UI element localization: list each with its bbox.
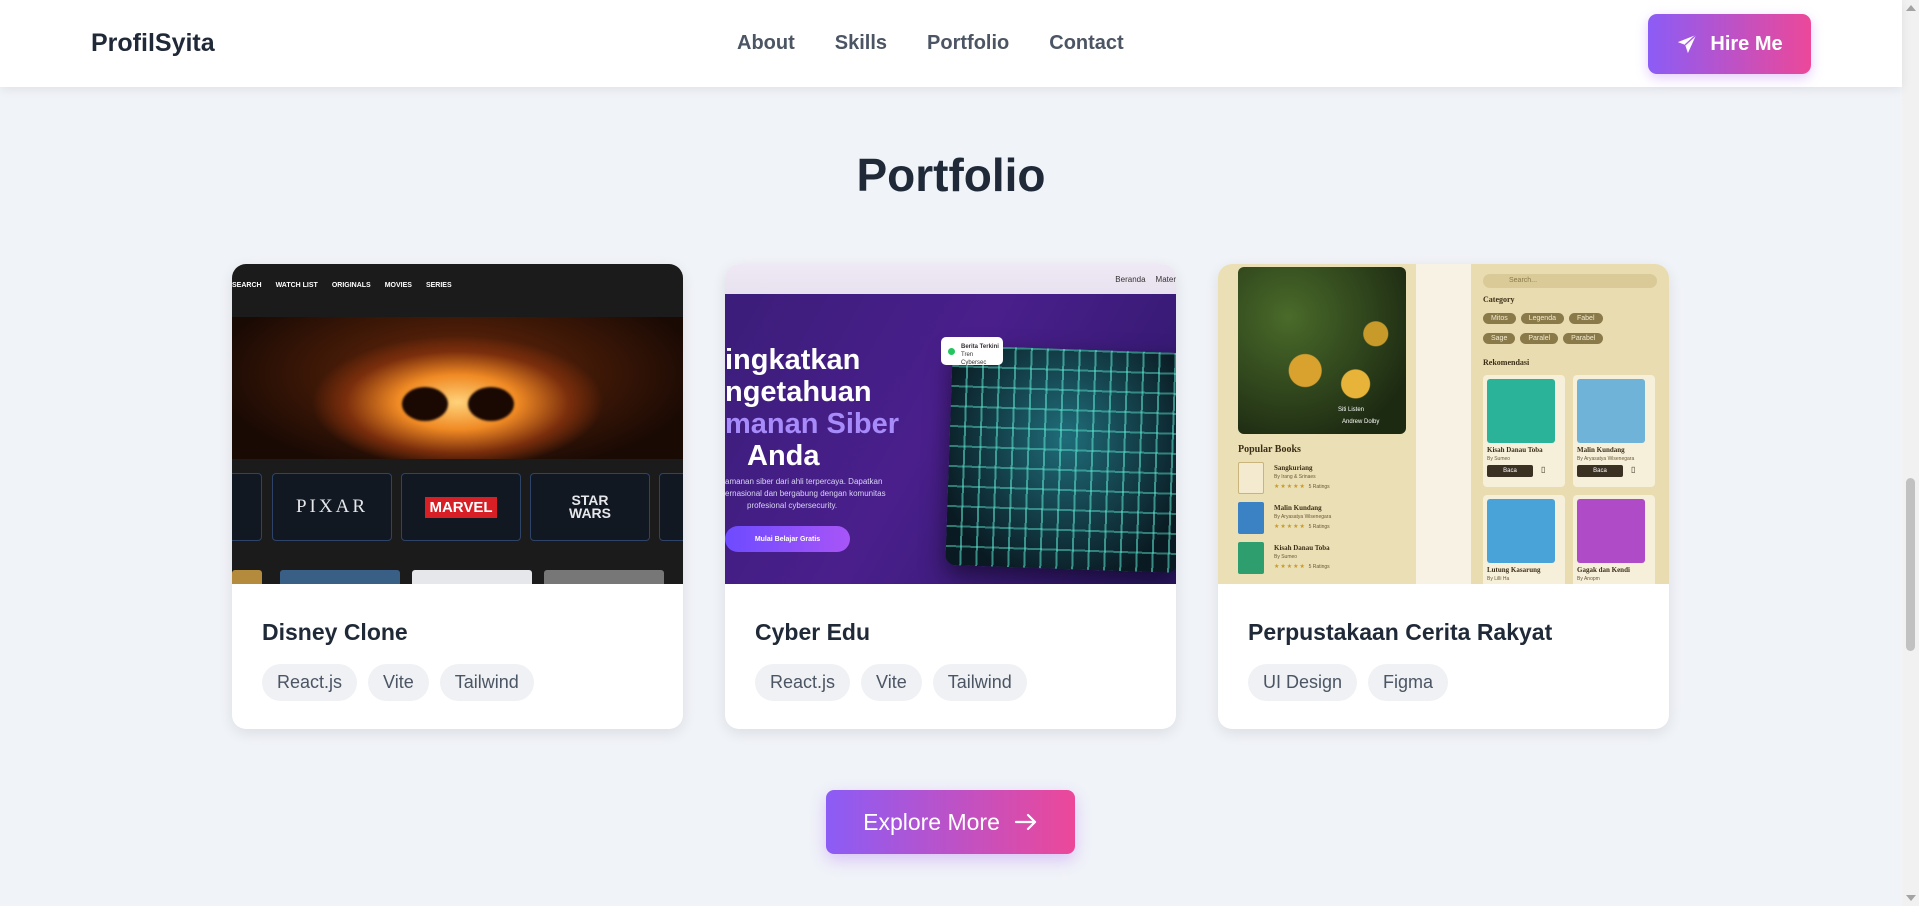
popular-book-item: Malin Kundang By Aryasatya Wisenegara ★★…	[1238, 502, 1408, 538]
hire-me-button[interactable]: Hire Me	[1648, 14, 1811, 74]
disney-menu-item: ORIGINALS	[331, 282, 371, 289]
cyber-nav-item: Mater	[1155, 275, 1176, 284]
library-search: Search...	[1483, 274, 1657, 288]
tag-list: UI Design Figma	[1248, 664, 1449, 701]
explore-more-button[interactable]: Explore More	[826, 790, 1075, 854]
disney-menu-item: WATCH LIST	[275, 282, 318, 289]
author-label: Andrew Dolby	[1342, 419, 1380, 425]
cyber-cta: Mulai Belajar Gratis	[725, 526, 850, 552]
tech-tag: Figma	[1368, 664, 1449, 701]
disney-brand-row: PIXAR MARVEL STAR WARS	[232, 459, 683, 584]
hire-me-label: Hire Me	[1710, 32, 1783, 55]
fruit-painting-image	[1238, 267, 1406, 434]
cyber-description: amanan siber dari ahli terpercaya. Dapat…	[725, 477, 886, 510]
cyber-news-badge: Berita Terkini Tren Cybersec	[941, 337, 1003, 366]
tag-list: React.js Vite Tailwind	[755, 664, 1027, 701]
disney-hero-image	[232, 317, 683, 459]
tech-tag: Vite	[861, 664, 922, 701]
tech-tag: Tailwind	[439, 664, 534, 701]
nav-link-portfolio[interactable]: Portfolio	[927, 32, 1009, 55]
paper-plane-icon	[1678, 34, 1698, 54]
recommend-heading: Rekomendasi	[1483, 358, 1530, 367]
category-heading: Category	[1483, 295, 1515, 304]
navbar: ProfilSyita About Skills Portfolio Conta…	[0, 0, 1902, 87]
popular-books-heading: Popular Books	[1238, 444, 1301, 455]
tech-tag: Tailwind	[932, 664, 1027, 701]
nav-link-skills[interactable]: Skills	[835, 32, 887, 55]
project-title: Cyber Edu	[755, 619, 871, 645]
project-card-perpustakaan[interactable]: Siti Listen Andrew Dolby Popular Books S…	[1218, 264, 1669, 729]
project-thumbnail: Beranda Mater ingkatkan ngetahuan manan …	[725, 264, 1176, 584]
category-chips: Sage Paralel Parabel	[1483, 333, 1663, 344]
category-chips: Mitos Legenda Fabel	[1483, 313, 1663, 324]
scroll-down-arrow-icon[interactable]	[1906, 895, 1916, 901]
disney-menu-item: SERIES	[425, 282, 452, 289]
circuit-board-image	[945, 345, 1176, 573]
disney-menu-item: MOVIES	[384, 282, 412, 289]
brand-tile-star-wars: STAR WARS	[530, 473, 650, 541]
disney-menu: SEARCH WATCH LIST ORIGINALS MOVIES SERIE…	[232, 282, 452, 289]
section-title: Portfolio	[856, 149, 1046, 201]
brand-tile-pixar: PIXAR	[272, 473, 392, 541]
popular-book-item: Kisah Danau Toba By Sumeo ★★★★★ 5 Rating…	[1238, 542, 1408, 578]
arrow-right-icon	[1014, 813, 1036, 831]
recommend-book: Gagak dan Kendi By Anopm	[1573, 495, 1655, 584]
tech-tag: React.js	[262, 664, 358, 701]
cyber-headline: ingkatkan ngetahuan manan Siber Anda	[725, 344, 900, 472]
project-thumbnail: Siti Listen Andrew Dolby Popular Books S…	[1218, 264, 1669, 584]
project-thumbnail: SEARCH WATCH LIST ORIGINALS MOVIES SERIE…	[232, 264, 683, 584]
nav-link-about[interactable]: About	[737, 32, 795, 55]
recommend-book: Lutung Kasarung By Lilli Ha	[1483, 495, 1565, 584]
listen-label: Siti Listen	[1338, 407, 1365, 413]
project-card-cyber-edu[interactable]: Beranda Mater ingkatkan ngetahuan manan …	[725, 264, 1176, 729]
tech-tag: Vite	[368, 664, 429, 701]
scrollbar-thumb[interactable]	[1906, 478, 1915, 651]
recommend-book: Malin Kundang By Aryasatya Wisenegara Ba…	[1573, 375, 1655, 487]
recommend-book: Kisah Danau Toba By Sumeo Baca ▯	[1483, 375, 1565, 487]
project-card-disney-clone[interactable]: SEARCH WATCH LIST ORIGINALS MOVIES SERIE…	[232, 264, 683, 729]
brand-tile-marvel: MARVEL	[401, 473, 521, 541]
nav-link-contact[interactable]: Contact	[1049, 32, 1123, 55]
tech-tag: UI Design	[1248, 664, 1358, 701]
site-logo[interactable]: ProfilSyita	[91, 29, 215, 58]
cyber-nav-item: Beranda	[1115, 275, 1146, 284]
scroll-up-arrow-icon[interactable]	[1906, 5, 1916, 11]
project-title: Perpustakaan Cerita Rakyat	[1248, 619, 1553, 645]
tag-list: React.js Vite Tailwind	[262, 664, 534, 701]
page-scrollbar[interactable]	[1902, 0, 1919, 906]
nav-links: About Skills Portfolio Contact	[737, 32, 1124, 55]
disney-menu-item: SEARCH	[232, 282, 262, 289]
popular-book-item: Sangkuriang By Irang & Srinaes ★★★★★ 5 R…	[1238, 462, 1408, 498]
project-title: Disney Clone	[262, 619, 408, 645]
tech-tag: React.js	[755, 664, 851, 701]
explore-more-label: Explore More	[863, 808, 1000, 835]
